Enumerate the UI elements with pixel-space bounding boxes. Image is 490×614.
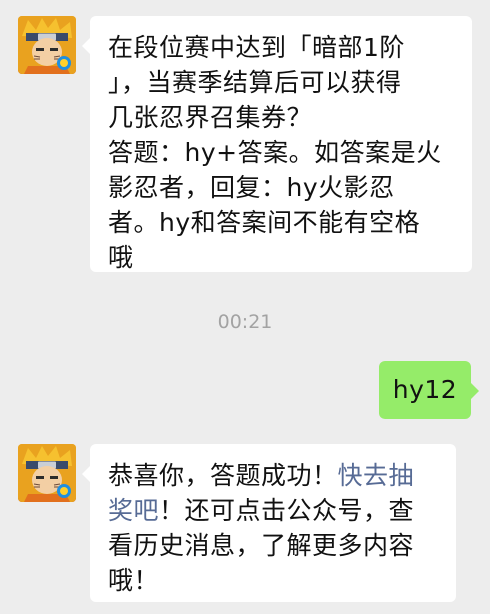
message-line: 几张忍界召集券？ bbox=[108, 103, 313, 132]
message-line: 奖吧！还可点击公众号，查 bbox=[108, 493, 438, 528]
message-bubble-answer[interactable]: hy12 bbox=[379, 361, 479, 419]
lottery-link[interactable]: 快去抽 bbox=[338, 461, 415, 490]
message-line: 看历史消息，了解更多内容 bbox=[108, 531, 415, 560]
bot-avatar-icon[interactable] bbox=[18, 444, 76, 502]
message-line: 哦！ bbox=[108, 566, 160, 595]
message-text: ！还可点击公众号，查 bbox=[159, 496, 415, 525]
message-text: hy12 bbox=[392, 375, 458, 404]
message-line: 影忍者，回复：hy火影忍 bbox=[108, 173, 395, 202]
message-line: 答题：hy+答案。如答案是火 bbox=[108, 138, 442, 167]
lottery-link[interactable]: 奖吧 bbox=[108, 496, 159, 525]
message-text: 恭喜你，答题成功！ bbox=[108, 461, 338, 490]
message-line: 者。hy和答案间不能有空格 bbox=[108, 208, 421, 237]
message-line: 在段位赛中达到「暗部1阶 bbox=[108, 33, 405, 62]
message-line: 哦 bbox=[108, 243, 134, 272]
message-bubble-result[interactable]: 恭喜你，答题成功！快去抽 奖吧！还可点击公众号，查 看历史消息，了解更多内容 哦… bbox=[82, 444, 456, 602]
message-line: 恭喜你，答题成功！快去抽 bbox=[108, 458, 438, 493]
chat-conversation: 在段位赛中达到「暗部1阶 」，当赛季结算后可以获得 几张忍界召集券？ 答题：hy… bbox=[0, 0, 490, 614]
message-timestamp: 00:21 bbox=[217, 311, 273, 333]
message-bubble-question[interactable]: 在段位赛中达到「暗部1阶 」，当赛季结算后可以获得 几张忍界召集券？ 答题：hy… bbox=[82, 16, 472, 272]
bot-avatar-icon[interactable] bbox=[18, 16, 76, 74]
message-line: 」，当赛季结算后可以获得 bbox=[108, 68, 402, 97]
